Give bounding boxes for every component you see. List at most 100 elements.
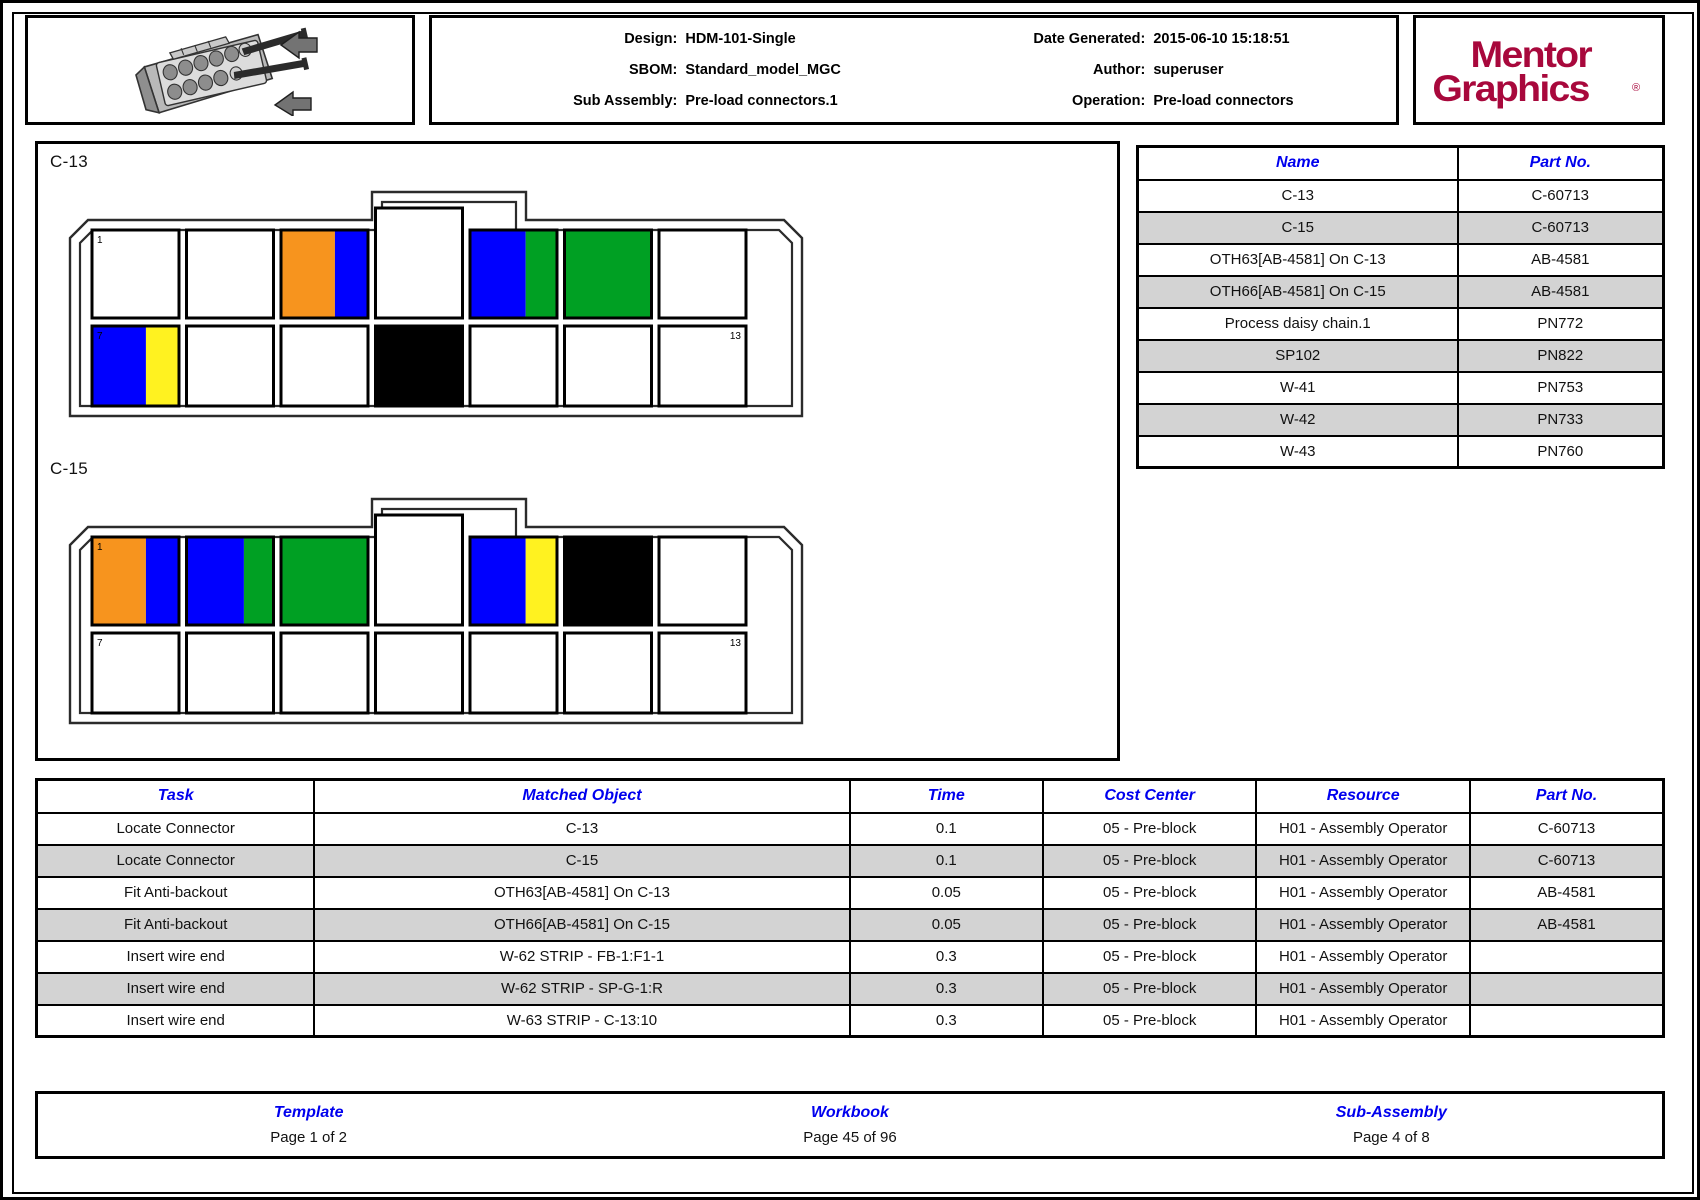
- parts-cell-name: SP102: [1136, 338, 1459, 373]
- task-cell-part-no: [1468, 1003, 1665, 1038]
- task-cell-matched-object: W-63 STRIP - C-13:10: [313, 1003, 851, 1038]
- connector-cavity: [279, 228, 370, 320]
- connector-cavity: [374, 324, 464, 408]
- meta-field-design: Design: HDM-101-Single: [442, 31, 910, 47]
- parts-cell-name: Process daisy chain.1: [1136, 306, 1459, 341]
- task-table-row: Locate Connector C-13 0.1 05 - Pre-block H01…: [35, 811, 1665, 846]
- parts-table-row: W-42 PN733: [1136, 402, 1665, 437]
- task-table-row: Insert wire end W-62 STRIP - FB-1:F1-1 0.3…: [35, 939, 1665, 974]
- task-cell-part-no: AB-4581: [1468, 907, 1665, 942]
- task-cell-task: Fit Anti-backout: [35, 875, 316, 910]
- footer-page-workbook: Page 45 of 96: [803, 1129, 897, 1146]
- meta-value-sub-assembly: Pre-load connectors.1: [685, 92, 838, 109]
- parts-table-header-row: Name Part No.: [1136, 145, 1665, 181]
- task-cell-part-no: [1468, 971, 1665, 1006]
- connector-cavity: 13: [657, 631, 748, 715]
- parts-cell-part-no: C-60713: [1456, 178, 1665, 213]
- task-table-row: Insert wire end W-63 STRIP - C-13:10 0.3 05…: [35, 1003, 1665, 1038]
- task-table: Task Matched Object Time Cost Center Res…: [35, 778, 1665, 1038]
- task-cell-resource: H01 - Assembly Operator: [1255, 875, 1471, 910]
- connector-cavity: 7: [90, 631, 181, 715]
- meta-label-sbom: SBOM:: [629, 61, 678, 78]
- connector-cavity: [279, 324, 370, 408]
- connector-cavity: [563, 228, 653, 320]
- footer-title-sub-assembly: Sub-Assembly: [1335, 1104, 1447, 1121]
- task-cell-part-no: C-60713: [1468, 843, 1665, 878]
- mentor-graphics-logo: Mentor Graphics ®: [1426, 29, 1652, 111]
- parts-cell-part-no: AB-4581: [1456, 242, 1665, 277]
- task-cell-resource: H01 - Assembly Operator: [1255, 1003, 1471, 1038]
- task-cell-task: Insert wire end: [35, 939, 316, 974]
- task-cell-cost-center: 05 - Pre-block: [1041, 1003, 1258, 1038]
- footer-workbook: Workbook Page 45 of 96: [579, 1094, 1120, 1156]
- cavity-pin-number: 7: [97, 638, 103, 649]
- task-header-part-no: Part No.: [1468, 778, 1665, 814]
- footer-title-workbook: Workbook: [811, 1104, 889, 1121]
- parts-cell-name: C-13: [1136, 178, 1459, 213]
- connector-body: 17 13: [68, 497, 804, 725]
- connector-cavity: [657, 535, 748, 627]
- task-cell-cost-center: 05 - Pre-block: [1041, 971, 1258, 1006]
- task-cell-matched-object: W-62 STRIP - SP-G-1:R: [313, 971, 851, 1006]
- connector-cavity: [563, 631, 653, 715]
- task-cell-task: Fit Anti-backout: [35, 907, 316, 942]
- parts-table-row: C-13 C-60713: [1136, 178, 1665, 213]
- connector-cavity: [185, 324, 275, 408]
- task-cell-task: Locate Connector: [35, 811, 316, 846]
- parts-cell-name: OTH63[AB-4581] On C-13: [1136, 242, 1459, 277]
- connector-cavity: 1: [90, 228, 181, 320]
- task-cell-task: Locate Connector: [35, 843, 316, 878]
- task-table-row: Fit Anti-backout OTH63[AB-4581] On C-13 0.…: [35, 875, 1665, 910]
- meta-field-date-generated: Date Generated: 2015-06-10 15:18:51: [910, 31, 1378, 47]
- task-cell-time: 0.05: [848, 875, 1045, 910]
- task-table-body: Locate Connector C-13 0.1 05 - Pre-block H01…: [35, 811, 1665, 1038]
- cavity-pin-number: 1: [97, 235, 103, 246]
- task-cell-matched-object: C-13: [313, 811, 851, 846]
- parts-table-row: W-43 PN760: [1136, 434, 1665, 469]
- parts-cell-name: W-41: [1136, 370, 1459, 405]
- parts-table-row: Process daisy chain.1 PN772: [1136, 306, 1665, 341]
- task-cell-cost-center: 05 - Pre-block: [1041, 907, 1258, 942]
- connector-drawing-c15: 1 7 13: [56, 485, 816, 740]
- meta-value-sbom: Standard_model_MGC: [685, 61, 841, 78]
- task-header-task: Task: [35, 778, 316, 814]
- parts-cell-name: W-43: [1136, 434, 1459, 469]
- parts-cell-part-no: PN733: [1456, 402, 1665, 437]
- cavity-pin-number: 13: [730, 638, 742, 649]
- document-page: Design: HDM-101-Single Date Generated: 2…: [0, 0, 1700, 1200]
- footer-page-sub-assembly: Page 4 of 8: [1352, 1129, 1430, 1146]
- connector-cavity: [185, 535, 275, 627]
- task-header-matched-object: Matched Object: [313, 778, 851, 814]
- connector-drawing-c13: 1 7 13: [56, 178, 816, 433]
- connector-cavity: [657, 228, 748, 320]
- meta-value-date-generated: 2015-06-10 15:18:51: [1153, 31, 1290, 48]
- connector-cavity: [468, 228, 559, 320]
- footer-sub-assembly: Sub-Assembly Page 4 of 8: [1121, 1094, 1662, 1156]
- task-cell-task: Insert wire end: [35, 971, 316, 1006]
- meta-label-operation: Operation:: [1072, 92, 1146, 109]
- parts-table-row: OTH66[AB-4581] On C-15 AB-4581: [1136, 274, 1665, 309]
- connector-cavity: [279, 631, 370, 715]
- parts-cell-part-no: AB-4581: [1456, 274, 1665, 309]
- parts-table-row: OTH63[AB-4581] On C-13 AB-4581: [1136, 242, 1665, 277]
- connector-cavity: [468, 324, 559, 408]
- parts-header-name: Name: [1136, 145, 1459, 181]
- parts-cell-part-no: PN760: [1456, 434, 1665, 469]
- connector-label-c13: C-13: [50, 152, 89, 171]
- meta-label-date-generated: Date Generated:: [1033, 31, 1146, 48]
- parts-cell-part-no: PN772: [1456, 306, 1665, 341]
- connector-cavity: 7: [90, 324, 181, 408]
- task-table-row: Locate Connector C-15 0.1 05 - Pre-block H01…: [35, 843, 1665, 878]
- parts-cell-name: OTH66[AB-4581] On C-15: [1136, 274, 1459, 309]
- footer-template: Template Page 1 of 2: [38, 1094, 579, 1156]
- task-table-header-row: Task Matched Object Time Cost Center Res…: [35, 778, 1665, 814]
- meta-value-author: superuser: [1153, 61, 1224, 78]
- task-cell-part-no: AB-4581: [1468, 875, 1665, 910]
- connector-cavity: [185, 631, 275, 715]
- meta-label-sub-assembly: Sub Assembly:: [573, 92, 678, 109]
- svg-text:Graphics: Graphics: [1432, 68, 1589, 110]
- task-cell-time: 0.3: [848, 971, 1045, 1006]
- meta-field-sbom: SBOM: Standard_model_MGC: [442, 62, 910, 78]
- connector-cavity: [563, 324, 653, 408]
- meta-field-operation: Operation: Pre-load connectors: [910, 93, 1378, 109]
